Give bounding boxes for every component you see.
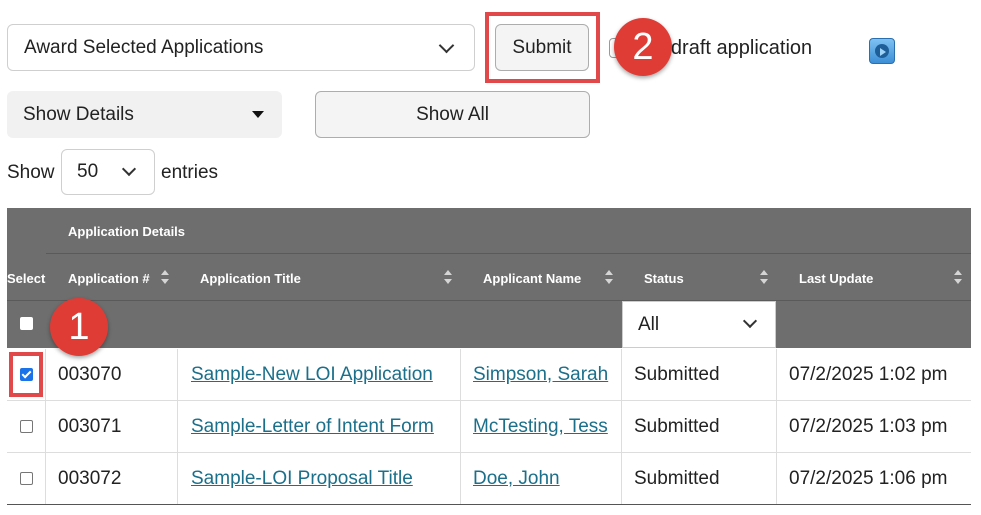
checkbox-highlight-box <box>9 352 43 397</box>
status-filter-value: All <box>638 313 660 335</box>
row-checkbox[interactable] <box>20 420 33 433</box>
chevron-down-icon <box>121 161 137 177</box>
col-application-title[interactable]: Application Title <box>200 271 301 286</box>
step-2-badge: 2 <box>614 18 672 76</box>
col-application-number[interactable]: Application # <box>68 271 150 286</box>
status-filter-select[interactable]: All <box>622 301 776 348</box>
details-dropdown[interactable]: Show Details <box>7 91 282 138</box>
application-title-link[interactable]: Sample-LOI Proposal Title <box>191 468 413 490</box>
table-row: 003072 Sample-LOI Proposal Title Doe, Jo… <box>7 453 971 505</box>
last-update-cell: 07/2/2025 1:06 pm <box>789 467 948 489</box>
col-status[interactable]: Status <box>644 271 684 286</box>
col-last-update[interactable]: Last Update <box>799 271 873 286</box>
play-circle-icon[interactable] <box>869 38 895 64</box>
group-header: Application Details <box>68 224 186 239</box>
application-number: 003071 <box>58 415 122 437</box>
entries-value: 50 <box>77 161 99 182</box>
sort-icon[interactable] <box>161 270 169 284</box>
step-1-badge: 1 <box>50 298 108 356</box>
bulk-action-value: Award Selected Applications <box>24 36 264 58</box>
sort-icon[interactable] <box>954 270 962 284</box>
row-checkbox[interactable] <box>20 472 33 485</box>
applicant-name-link[interactable]: McTesting, Tess <box>473 416 608 438</box>
applicant-name-link[interactable]: Simpson, Sarah <box>473 364 608 386</box>
application-title-link[interactable]: Sample-Letter of Intent Form <box>191 416 434 438</box>
show-label: Show <box>7 162 55 183</box>
application-title-link[interactable]: Sample-New LOI Application <box>191 364 433 386</box>
table-header: Application Details Select Application #… <box>7 208 971 348</box>
entries-label: entries <box>161 162 219 183</box>
chevron-down-icon <box>742 313 758 329</box>
sort-icon[interactable] <box>760 270 768 284</box>
table-row: 003071 Sample-Letter of Intent Form McTe… <box>7 401 971 453</box>
details-value: Show Details <box>23 103 134 125</box>
status-cell: Submitted <box>634 363 720 385</box>
chevron-down-icon <box>438 37 455 54</box>
application-number: 003070 <box>58 363 122 385</box>
sort-icon[interactable] <box>605 270 613 284</box>
last-update-cell: 07/2/2025 1:02 pm <box>789 363 948 385</box>
entries-select[interactable]: 50 <box>61 149 155 195</box>
caret-down-icon <box>252 111 264 118</box>
col-applicant-name[interactable]: Applicant Name <box>483 271 581 286</box>
submit-button[interactable]: Submit <box>495 24 589 71</box>
applicant-name-link[interactable]: Doe, John <box>473 468 560 490</box>
table-row: 003070 Sample-New LOI Application Simpso… <box>7 349 971 401</box>
status-cell: Submitted <box>634 415 720 437</box>
last-update-cell: 07/2/2025 1:03 pm <box>789 415 948 437</box>
sort-icon[interactable] <box>444 270 452 284</box>
bulk-action-select[interactable]: Award Selected Applications <box>7 24 475 71</box>
select-all-checkbox[interactable] <box>20 317 33 330</box>
application-number: 003072 <box>58 467 122 489</box>
col-select: Select <box>7 271 46 286</box>
status-cell: Submitted <box>634 467 720 489</box>
show-all-button[interactable]: Show All <box>315 91 590 138</box>
